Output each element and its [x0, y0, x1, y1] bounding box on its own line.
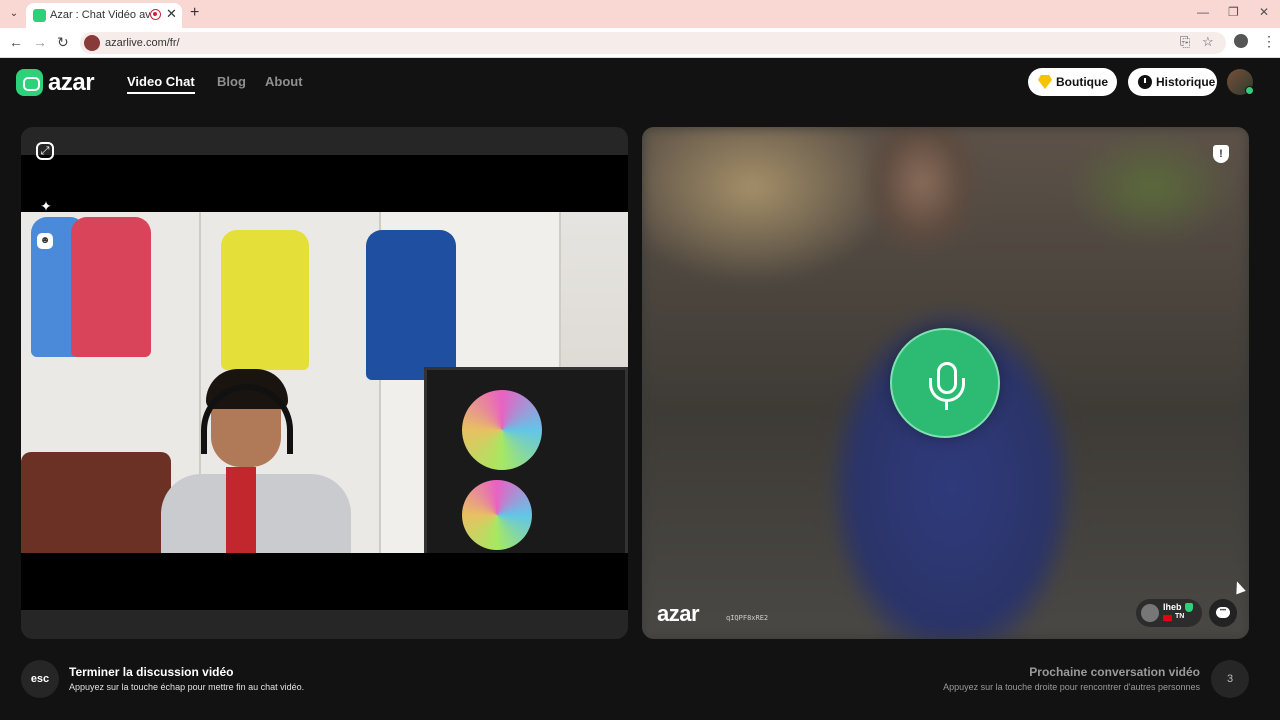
watermark-id: qIQPF8xRE2: [726, 614, 769, 622]
tab-title: Azar : Chat Vidéo avec de n: [50, 9, 150, 21]
rgb-fan: [462, 480, 532, 550]
site-info-icon[interactable]: [84, 35, 100, 51]
partner-avatar: [1141, 604, 1159, 622]
address-bar[interactable]: azarlive.com/fr/ ⎘ ☆: [80, 32, 1226, 54]
url-text[interactable]: azarlive.com/fr/: [105, 37, 180, 49]
browser-toolbar: ← → ↻ azarlive.com/fr/ ⎘ ☆ ⋮: [0, 28, 1280, 58]
person-jacket: [161, 474, 351, 553]
back-icon[interactable]: ←: [9, 34, 23, 50]
chat-bubble-icon: •••: [1216, 607, 1230, 618]
verified-shield-icon: [1185, 603, 1193, 612]
bed-headboard: [21, 452, 171, 553]
partner-name: Iheb: [1163, 602, 1182, 612]
azar-watermark: azar: [657, 601, 700, 626]
blue-jacket: [366, 230, 456, 380]
red-shirt: [71, 217, 151, 357]
rgb-fan: [462, 390, 542, 470]
nav-active-underline: [127, 92, 195, 94]
chat-button[interactable]: •••: [1209, 599, 1237, 627]
person-scarf: [226, 467, 256, 553]
report-shield-icon[interactable]: !: [1213, 145, 1229, 163]
esc-key-button[interactable]: esc: [21, 660, 59, 698]
browser-profile-icon[interactable]: [1234, 34, 1248, 48]
clock-icon: [1138, 75, 1152, 89]
nav-blog[interactable]: Blog: [217, 74, 246, 89]
recording-icon: [150, 9, 161, 20]
microphone-icon-stem: [945, 402, 948, 410]
partner-country: TN: [1175, 613, 1185, 620]
expand-icon[interactable]: ⤢: [36, 142, 54, 160]
browser-tab[interactable]: Azar : Chat Vidéo avec de n ✕: [26, 3, 182, 28]
microphone-icon-arc: [929, 378, 965, 402]
letterbox-bottom: [21, 553, 628, 610]
minimize-icon[interactable]: —: [1197, 5, 1209, 19]
shop-button[interactable]: Boutique: [1028, 68, 1117, 96]
tunisia-flag-icon: [1163, 615, 1172, 621]
yellow-shirt: [221, 230, 309, 370]
online-status-icon: [1245, 86, 1254, 95]
history-label: Historique: [1156, 75, 1216, 89]
microphone-button[interactable]: [890, 328, 1000, 438]
logo-text: azar: [48, 69, 95, 96]
next-chat-title: Prochaine conversation vidéo: [1029, 665, 1200, 679]
end-chat-title: Terminer la discussion vidéo: [69, 665, 234, 679]
reload-icon[interactable]: ↻: [57, 34, 69, 51]
next-key-button[interactable]: 3: [1211, 660, 1249, 698]
bookmark-star-icon[interactable]: ☆: [1202, 34, 1214, 50]
end-chat-subtitle: Appuyez sur la touche échap pour mettre …: [69, 682, 305, 692]
forward-icon[interactable]: →: [33, 34, 47, 50]
remote-video-panel: ! azar qIQPF8xRE2 Iheb TN •••: [642, 127, 1249, 639]
nav-about[interactable]: About: [265, 74, 303, 89]
self-camera-feed: [21, 212, 628, 553]
azar-favicon-icon: [33, 9, 46, 22]
install-app-icon[interactable]: ⎘: [1180, 34, 1190, 50]
restore-icon[interactable]: ❐: [1228, 5, 1239, 19]
browser-menu-icon[interactable]: ⋮: [1262, 33, 1276, 50]
partner-profile-chip[interactable]: Iheb TN: [1136, 599, 1202, 627]
shop-label: Boutique: [1056, 75, 1108, 89]
magic-wand-icon[interactable]: ✦: [35, 195, 57, 217]
new-tab-button[interactable]: +: [190, 4, 199, 22]
gem-icon: [1038, 75, 1052, 89]
tab-close-icon[interactable]: ✕: [166, 6, 177, 22]
face-filter-icon[interactable]: ☻: [37, 233, 53, 249]
close-window-icon[interactable]: ✕: [1259, 5, 1269, 19]
self-video-panel: ⤢ ✦ ☻: [21, 127, 628, 639]
pc-case: [424, 367, 628, 553]
tab-search-icon[interactable]: ⌄: [6, 6, 22, 22]
browser-tab-bar: ⌄ Azar : Chat Vidéo avec de n ✕ + — ❐ ✕: [0, 0, 1280, 28]
azar-logo-icon: [16, 69, 43, 96]
history-button[interactable]: Historique: [1128, 68, 1217, 96]
next-chat-subtitle: Appuyez sur la touche droite pour rencon…: [943, 682, 1200, 692]
letterbox-top: [21, 155, 628, 212]
nav-video-chat[interactable]: Video Chat: [127, 74, 195, 89]
